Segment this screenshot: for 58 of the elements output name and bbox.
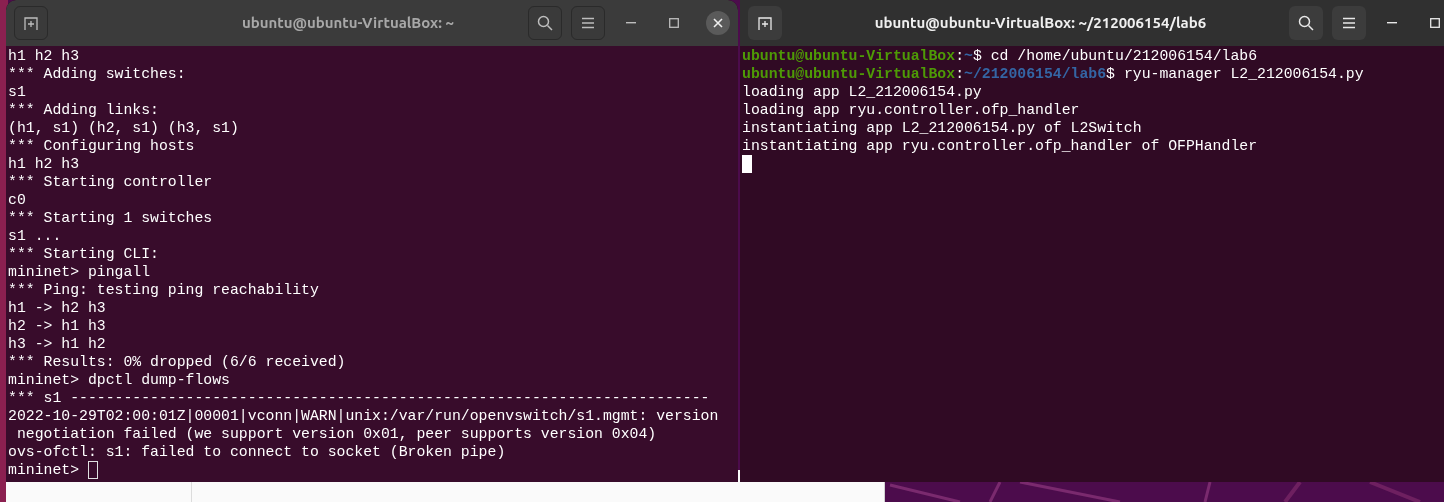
terminal-line: *** Results: 0% dropped (6/6 received) (8, 353, 346, 371)
search-icon (1298, 15, 1314, 31)
terminal-line: *** Starting CLI: (8, 245, 159, 263)
minimize-icon (626, 22, 636, 24)
prompt-user: ubuntu@ubuntu-VirtualBox (742, 47, 956, 65)
terminal-line: h1 h2 h3 (8, 155, 80, 173)
terminal-line: mininet> dpctl dump-flows (8, 371, 230, 389)
terminal-line: instantiating app L2_212006154.py of L2Switch (742, 119, 1142, 137)
terminal-line: (h1, s1) (h2, s1) (h3, s1) (8, 119, 239, 137)
prompt-path: ~/212006154/lab6 (964, 65, 1107, 83)
maximize-icon (669, 18, 679, 28)
terminal-line: *** Configuring hosts (8, 137, 195, 155)
command-text: ryu-manager L2_212006154.py (1123, 65, 1364, 83)
search-button[interactable] (1289, 6, 1323, 40)
terminal-line: negotiation failed (we support version 0x01, peer supports version 0x04) (15, 425, 657, 443)
window-title: ubuntu@ubuntu-VirtualBox: ~/212006154/lab6 (874, 12, 1207, 33)
menu-button[interactable] (571, 6, 605, 40)
search-button[interactable] (528, 6, 562, 40)
terminal-line: c0 (8, 191, 26, 209)
new-tab-button[interactable] (14, 6, 48, 40)
terminal-line: 2022-10-29T02:00:01Z|00001|vconn|WARN|unix:/var/run/openvswitch/s1.mgmt: version (8, 407, 719, 425)
terminal-line: *** Adding switches: (8, 65, 186, 83)
prompt-path: ~ (964, 47, 973, 65)
terminal-line: *** Starting controller (8, 173, 213, 191)
prompt-sign: $ (972, 47, 982, 65)
search-icon (537, 15, 553, 31)
terminal-line: loading app L2_212006154.py (742, 83, 982, 101)
window-title: ubuntu@ubuntu-VirtualBox: ~ (241, 12, 455, 33)
new-tab-icon (757, 15, 773, 31)
prompt-user: ubuntu@ubuntu-VirtualBox (742, 65, 956, 83)
shell-prompt: mininet> (8, 461, 81, 479)
menu-icon (1342, 17, 1356, 29)
terminal-line: instantiating app ryu.controller.ofp_handler of OFPHandler (742, 137, 1257, 155)
minimize-icon (1387, 22, 1397, 24)
terminal-line: loading app ryu.controller.ofp_handler (742, 101, 1080, 119)
close-button[interactable] (706, 11, 730, 35)
terminal-line: s1 ... (8, 227, 62, 245)
command-text: cd /home/ubuntu/212006154/lab6 (990, 47, 1258, 65)
terminal-line: h1 -> h2 h3 (8, 299, 106, 317)
maximize-icon (1430, 18, 1440, 28)
terminal-line: h1 h2 h3 (8, 47, 80, 65)
prompt-separator: : (955, 47, 964, 65)
terminal-line: h2 -> h1 h3 (8, 317, 106, 335)
terminal-line: *** Ping: testing ping reachability (8, 281, 319, 299)
terminal-line: ovs-ofctl: s1: failed to connect to socket (Broken pipe) (8, 443, 506, 461)
prompt-sign: $ (1106, 65, 1115, 83)
prompt-separator: : (955, 65, 964, 83)
new-tab-icon (23, 15, 39, 31)
terminal-line: s1 (8, 83, 26, 101)
new-tab-button[interactable] (748, 6, 782, 40)
terminal-line: *** Adding links: (8, 101, 159, 119)
terminal-line: h3 -> h1 h2 (8, 335, 106, 353)
terminal-line: *** s1 ------------------------------------------------------------------------ (8, 389, 710, 407)
menu-icon (581, 17, 595, 29)
terminal-line: mininet> pingall (8, 263, 151, 281)
close-icon (713, 18, 723, 28)
menu-button[interactable] (1332, 6, 1366, 40)
terminal-line: *** Starting 1 switches (8, 209, 213, 227)
